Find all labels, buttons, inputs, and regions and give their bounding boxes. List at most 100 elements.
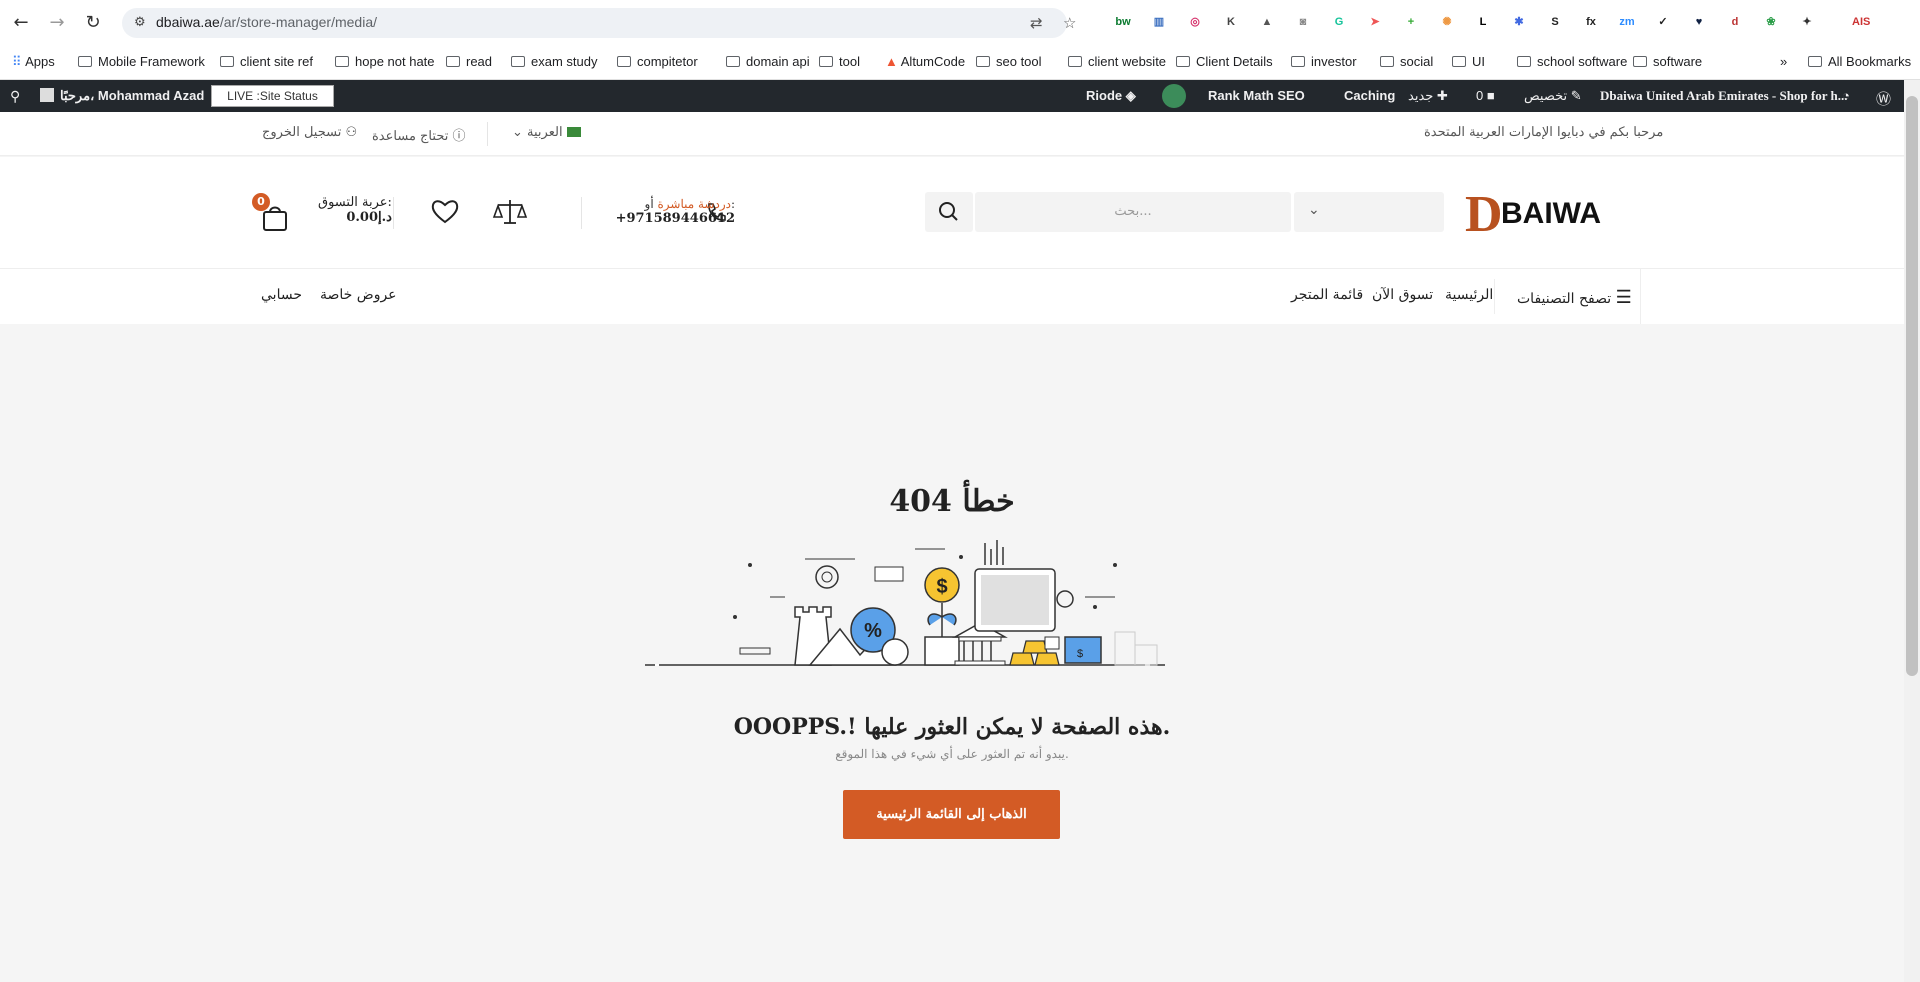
menu-icon: ☰ <box>1615 287 1632 308</box>
bookmark-item[interactable]: software <box>1633 54 1702 69</box>
caching-menu[interactable]: Caching <box>1344 88 1395 103</box>
flag-icon <box>566 127 581 137</box>
altumcode-icon: ▲ <box>885 54 901 69</box>
bookmark-item[interactable]: read <box>446 54 492 69</box>
wordpress-logo-icon[interactable]: Ⓦ <box>1876 88 1891 109</box>
zm-extension-icon[interactable]: zm <box>1618 13 1636 31</box>
nav-divider <box>1494 279 1495 314</box>
S-extension-icon[interactable]: S <box>1546 13 1564 31</box>
riode-label: Riode <box>1086 88 1123 103</box>
bookmark-label: tool <box>839 54 860 69</box>
bookmark-item[interactable]: seo tool <box>976 54 1042 69</box>
rank-math-menu[interactable]: Rank Math SEO <box>1208 88 1305 103</box>
fx-extension-icon[interactable]: fx <box>1582 13 1600 31</box>
bookmark-item[interactable]: Mobile Framework <box>78 54 205 69</box>
contact-phone[interactable]: +971589446612 <box>600 211 735 226</box>
bookmark-star-icon[interactable]: ☆ <box>1063 14 1076 32</box>
help-link[interactable]: تحتاج مساعدة ⓘ <box>372 125 465 144</box>
translate-icon[interactable]: ⇄ <box>1030 14 1043 32</box>
scrollbar-thumb[interactable] <box>1906 96 1918 676</box>
go-home-button[interactable]: الذهاب إلى القائمة الرئيسية <box>843 790 1060 839</box>
customize-menu[interactable]: تخصيص ✎ <box>1524 88 1582 104</box>
live-chat-link[interactable]: دردشة مباشرة <box>658 197 731 211</box>
bookmark-label: domain api <box>746 54 810 69</box>
L-extension-icon[interactable]: L <box>1474 13 1492 31</box>
triangle-extension-icon[interactable]: ▲ <box>1258 13 1276 31</box>
bw-extension-icon[interactable]: bw <box>1114 13 1132 31</box>
reload-icon[interactable]: ↻ <box>82 12 104 34</box>
nav-special-offers[interactable]: عروض خاصة <box>320 287 397 303</box>
bookmark-label: AltumCode <box>900 54 966 69</box>
nav-home[interactable]: الرئيسية <box>1445 287 1493 303</box>
site-logo[interactable]: D BAIWA <box>1465 183 1615 239</box>
bookmark-item[interactable]: client website <box>1068 54 1166 69</box>
nav-store-list[interactable]: قائمة المتجر <box>1291 287 1363 303</box>
contact-block[interactable]: دردشة مباشرة أو: +971589446612 <box>600 197 735 226</box>
check-extension-icon[interactable]: ✓ <box>1654 13 1672 31</box>
dashboard-icon[interactable]: ◔ <box>1842 88 1850 103</box>
comments-menu[interactable]: 0 ■ <box>1476 88 1495 103</box>
k-circle-extension-icon[interactable]: K <box>1222 13 1240 31</box>
site-name-menu[interactable]: Dbaiwa United Arab Emirates - Shop for h… <box>1600 88 1848 104</box>
bookmark-item[interactable]: hope not hate <box>335 54 435 69</box>
bookmark-item[interactable]: ▲ AltumCode <box>885 54 965 69</box>
new-content-menu[interactable]: جديد ✚ <box>1408 88 1448 104</box>
colorwheel-extension-icon[interactable]: ✺ <box>1438 13 1456 31</box>
arrow-extension-icon[interactable]: ➤ <box>1366 13 1384 31</box>
puzzle-extension-icon[interactable]: ✦ <box>1798 13 1816 31</box>
bookmark-item[interactable]: ⠿ Apps <box>12 54 55 70</box>
all-bookmarks[interactable]: All Bookmarks <box>1808 54 1911 69</box>
search-icon[interactable]: ⚲ <box>10 88 20 105</box>
search-input[interactable]: بحث... <box>975 192 1291 232</box>
browse-categories[interactable]: تصفح التصنيفات ☰ <box>1517 287 1632 308</box>
site-status-button[interactable]: LIVE :Site Status <box>211 85 334 107</box>
desc-extension-icon[interactable]: d <box>1726 13 1744 31</box>
bookmark-label: investor <box>1311 54 1357 69</box>
camera-extension-icon[interactable]: ◙ <box>1294 13 1312 31</box>
address-bar[interactable]: ⚙ dbaiwa.ae/ar/store-manager/media/ ⇄ ☆ <box>122 8 1076 38</box>
bookmark-item[interactable]: domain api <box>726 54 810 69</box>
rank-math-logo-icon[interactable] <box>1162 84 1186 108</box>
cart-count-badge: 0 <box>252 193 270 211</box>
search-category-select[interactable]: ⌄ <box>1294 192 1444 232</box>
bookmark-item[interactable]: exam study <box>511 54 597 69</box>
bookmarks-more[interactable]: » <box>1780 54 1787 69</box>
leaf-extension-icon[interactable]: ❀ <box>1762 13 1780 31</box>
bars-extension-icon[interactable]: ▥ <box>1150 13 1168 31</box>
bookmark-item[interactable]: social <box>1380 54 1433 69</box>
bookmark-item[interactable]: school software <box>1517 54 1627 69</box>
plus-leaf-extension-icon[interactable]: + <box>1402 13 1420 31</box>
wp-admin-bar: ⚲ مرحبًا، Mohammad Azad LIVE :Site Statu… <box>0 80 1904 112</box>
language-switcher[interactable]: ⌄ العربية <box>512 125 581 140</box>
compare-icon[interactable] <box>492 197 528 227</box>
wishlist-heart-icon[interactable] <box>430 197 460 225</box>
nav-my-account[interactable]: حسابي <box>261 287 302 303</box>
ais-extension-icon[interactable]: AIS <box>1852 13 1870 31</box>
language-label: العربية <box>527 125 563 140</box>
heart-extension-icon[interactable]: ♥ <box>1690 13 1708 31</box>
gear-blue-extension-icon[interactable]: ✱ <box>1510 13 1528 31</box>
url-text[interactable]: dbaiwa.ae/ar/store-manager/media/ <box>156 14 377 30</box>
bookmark-item[interactable]: compitetor <box>617 54 698 69</box>
bookmark-item[interactable]: client site ref <box>220 54 313 69</box>
back-icon[interactable]: ← <box>10 12 32 34</box>
nav-shop-now[interactable]: تسوق الآن <box>1372 287 1433 303</box>
forward-icon[interactable]: → <box>46 12 68 34</box>
error-title: خطأ 404 <box>889 484 1015 519</box>
folder-icon <box>726 56 740 67</box>
browse-categories-label: تصفح التصنيفات <box>1517 291 1612 307</box>
search-button[interactable] <box>925 192 973 232</box>
bookmark-item[interactable]: tool <box>819 54 860 69</box>
ring-extension-icon[interactable]: ◎ <box>1186 13 1204 31</box>
logout-link[interactable]: تسجيل الخروج ⚇ <box>262 125 357 140</box>
riode-menu[interactable]: Riode ◈ <box>1086 88 1136 104</box>
cart-summary[interactable]: عربة التسوق: 0.00د.إ <box>318 195 392 225</box>
site-info-icon[interactable]: ⚙ <box>134 15 146 30</box>
all-bookmarks-label: All Bookmarks <box>1828 54 1912 69</box>
g-circle-extension-icon[interactable]: G <box>1330 13 1348 31</box>
bookmark-label: client site ref <box>240 54 313 69</box>
bookmark-item[interactable]: Client Details <box>1176 54 1273 69</box>
bookmark-item[interactable]: UI <box>1452 54 1485 69</box>
admin-greeting[interactable]: مرحبًا، Mohammad Azad <box>40 88 204 104</box>
bookmark-item[interactable]: investor <box>1291 54 1357 69</box>
